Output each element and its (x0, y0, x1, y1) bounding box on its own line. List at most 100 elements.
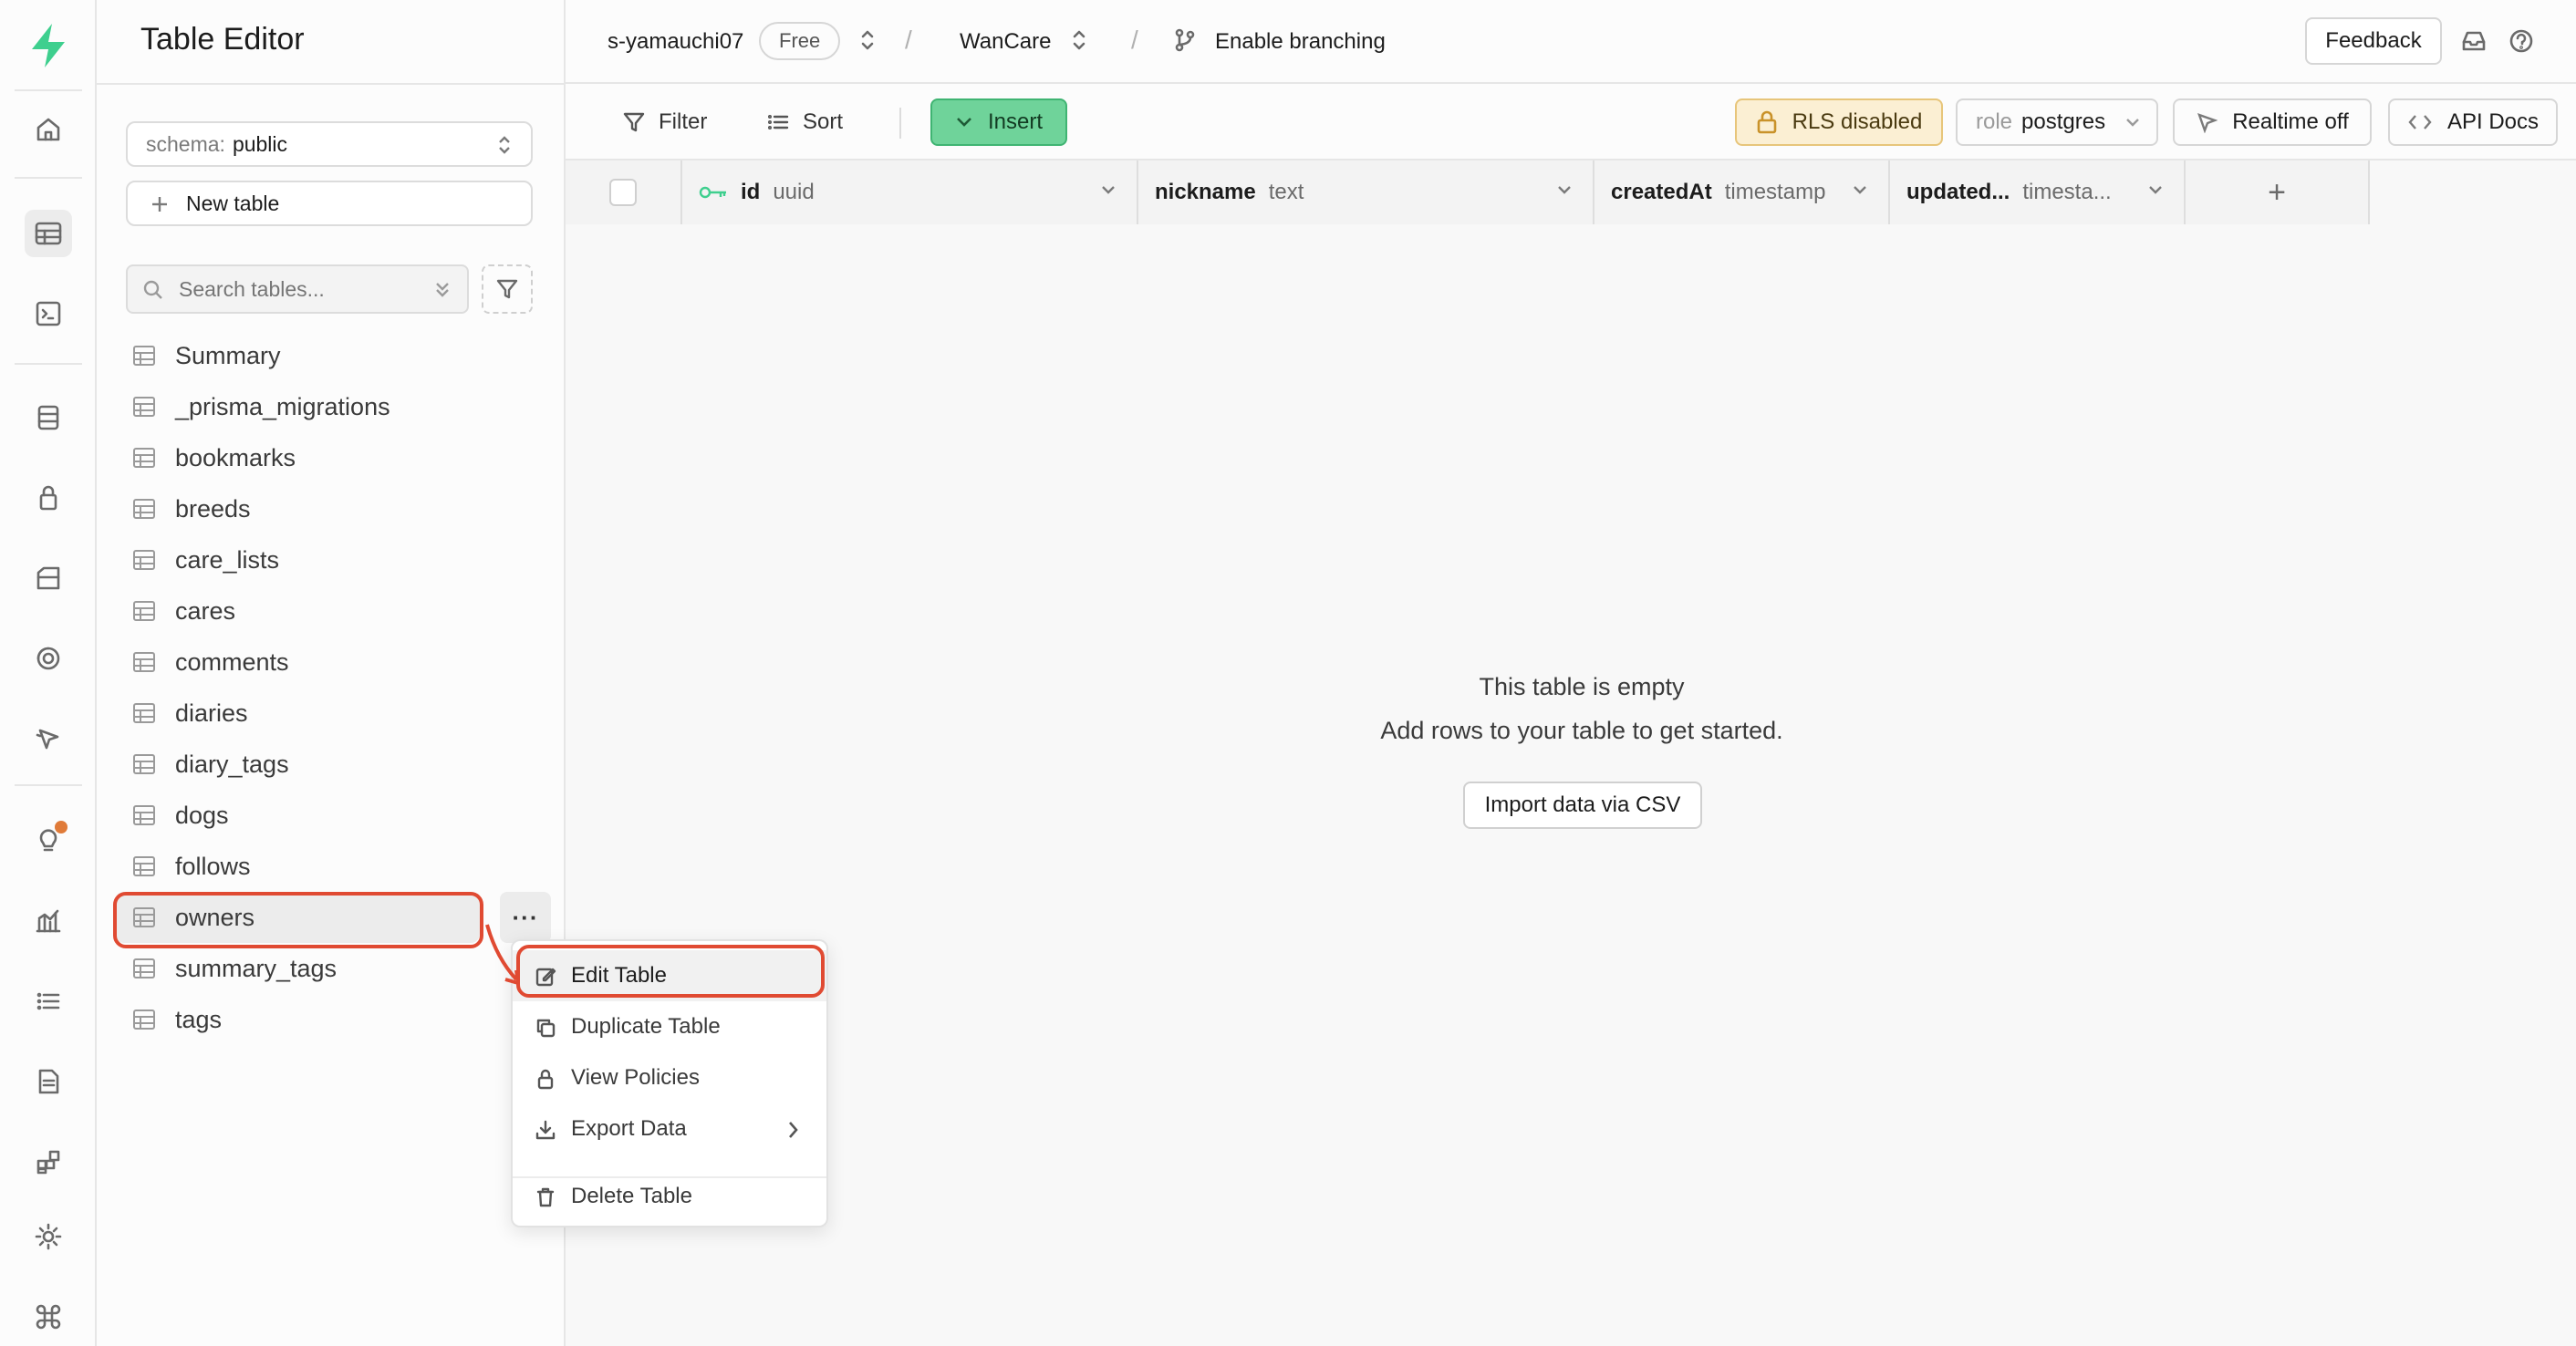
plan-badge: Free (759, 22, 841, 60)
column-name: id (741, 180, 761, 204)
annotation-arrow-icon (485, 924, 520, 985)
table-editor-icon[interactable] (25, 210, 72, 257)
filter-tables-button[interactable] (482, 264, 533, 314)
schema-selector[interactable]: schema: public (126, 121, 533, 167)
add-column-button[interactable]: + (2186, 160, 2370, 224)
page-title: Table Editor (140, 22, 305, 57)
search-tables-input[interactable] (179, 276, 416, 302)
notification-dot (55, 821, 68, 833)
auth-lock-icon[interactable] (25, 474, 72, 522)
filter-icon (496, 279, 518, 299)
sort-button[interactable]: Sort (766, 98, 843, 146)
api-docs-page-icon[interactable] (25, 1058, 72, 1105)
rls-disabled-button[interactable]: RLS disabled (1735, 98, 1943, 146)
lock-icon (535, 1068, 556, 1090)
project-name[interactable]: WanCare (960, 0, 1051, 84)
sql-editor-icon[interactable] (25, 290, 72, 337)
new-table-button[interactable]: New table (126, 181, 533, 226)
enable-branching-link[interactable]: Enable branching (1215, 0, 1386, 84)
menu-item-export-data[interactable]: Export Data (513, 1103, 826, 1154)
table-item-comments[interactable]: comments (115, 637, 558, 688)
menu-item-label: Duplicate Table (571, 1014, 721, 1039)
org-name[interactable]: s-yamauchi07 (608, 0, 743, 84)
table-item-care-lists[interactable]: care_lists (115, 534, 558, 585)
table-item-diaries[interactable]: diaries (115, 688, 558, 739)
table-item-diary-tags[interactable]: diary_tags (115, 739, 558, 790)
command-icon[interactable] (25, 1293, 72, 1341)
grid-toolbar: Filter Sort Insert RLS disabled role pos… (566, 84, 2576, 160)
table-sidebar: Table Editor schema: public New table Su… (97, 0, 566, 1346)
help-icon[interactable] (2508, 28, 2534, 54)
empty-state-subtitle: Add rows to your table to get started. (1380, 717, 1783, 744)
menu-item-view-policies[interactable]: View Policies (513, 1052, 826, 1103)
column-type: uuid (773, 180, 815, 204)
download-icon (535, 1119, 556, 1141)
search-tables-box (126, 264, 469, 314)
chevron-down-icon[interactable] (1852, 184, 1868, 195)
menu-item-duplicate-table[interactable]: Duplicate Table (513, 1001, 826, 1052)
table-icon (133, 754, 155, 774)
table-item-breeds[interactable]: breeds (115, 483, 558, 534)
table-item-prisma-migrations[interactable]: _prisma_migrations (115, 381, 558, 432)
chevron-down-icon (957, 118, 971, 127)
schema-label: schema: (146, 131, 225, 156)
integrations-icon[interactable] (25, 1138, 72, 1186)
table-item-cares[interactable]: cares (115, 585, 558, 637)
table-item-label: care_lists (175, 545, 280, 574)
insert-label: Insert (987, 109, 1044, 134)
table-item-tags[interactable]: tags (115, 994, 558, 1045)
table-item-follows[interactable]: follows (115, 841, 558, 892)
table-icon (133, 703, 155, 723)
filter-label: Filter (659, 109, 708, 134)
realtime-label: Realtime off (2232, 109, 2349, 134)
column-header-nickname[interactable]: nickname text (1138, 160, 1594, 224)
empty-state-title: This table is empty (1479, 673, 1685, 700)
rls-label: RLS disabled (1792, 109, 1923, 134)
table-item-summary[interactable]: Summary (115, 330, 558, 381)
table-item-label: follows (175, 852, 251, 880)
column-type: timesta... (2022, 180, 2112, 204)
table-icon (133, 652, 155, 672)
chevron-down-icon[interactable] (1100, 184, 1117, 195)
insert-button[interactable]: Insert (930, 98, 1067, 146)
column-header-id[interactable]: id uuid (682, 160, 1138, 224)
table-icon (133, 550, 155, 570)
select-all-checkbox[interactable] (609, 179, 637, 206)
menu-item-label: Export Data (571, 1116, 687, 1141)
chevrons-down-icon[interactable] (432, 279, 452, 301)
role-selector[interactable]: role postgres (1956, 98, 2158, 146)
supabase-logo[interactable] (25, 22, 72, 69)
sort-label: Sort (803, 109, 844, 134)
table-icon (133, 499, 155, 519)
role-value: postgres (2021, 109, 2106, 134)
table-item-dogs[interactable]: dogs (115, 790, 558, 841)
table-item-label: _prisma_migrations (175, 392, 390, 420)
chevron-down-icon[interactable] (1556, 184, 1573, 195)
realtime-toggle-button[interactable]: Realtime off (2173, 98, 2372, 146)
api-docs-label: API Docs (2446, 109, 2540, 134)
settings-gear-icon[interactable] (25, 1213, 72, 1260)
feedback-button[interactable]: Feedback (2305, 17, 2442, 65)
chevron-down-icon[interactable] (2147, 184, 2164, 195)
table-item-label: comments (175, 647, 289, 676)
org-switch-chevron-icon[interactable] (859, 27, 876, 53)
table-icon (133, 856, 155, 876)
inbox-icon[interactable] (2461, 29, 2487, 53)
logs-list-icon[interactable] (25, 978, 72, 1025)
import-csv-button[interactable]: Import data via CSV (1463, 782, 1702, 829)
project-switch-chevron-icon[interactable] (1071, 27, 1087, 53)
home-icon[interactable] (25, 106, 72, 153)
table-item-bookmarks[interactable]: bookmarks (115, 432, 558, 483)
edge-functions-icon[interactable] (25, 635, 72, 682)
reports-chart-icon[interactable] (25, 897, 72, 945)
realtime-icon[interactable] (25, 715, 72, 762)
column-name: nickname (1155, 180, 1256, 204)
menu-item-delete-table[interactable]: Delete Table (513, 1171, 826, 1222)
column-header-updatedat[interactable]: updated... timesta... (1890, 160, 2186, 224)
menu-item-label: View Policies (571, 1065, 700, 1090)
api-docs-button[interactable]: API Docs (2388, 98, 2558, 146)
filter-button[interactable]: Filter (622, 98, 707, 146)
storage-folder-icon[interactable] (25, 554, 72, 602)
database-icon[interactable] (25, 394, 72, 441)
column-header-createdat[interactable]: createdAt timestamp (1594, 160, 1890, 224)
